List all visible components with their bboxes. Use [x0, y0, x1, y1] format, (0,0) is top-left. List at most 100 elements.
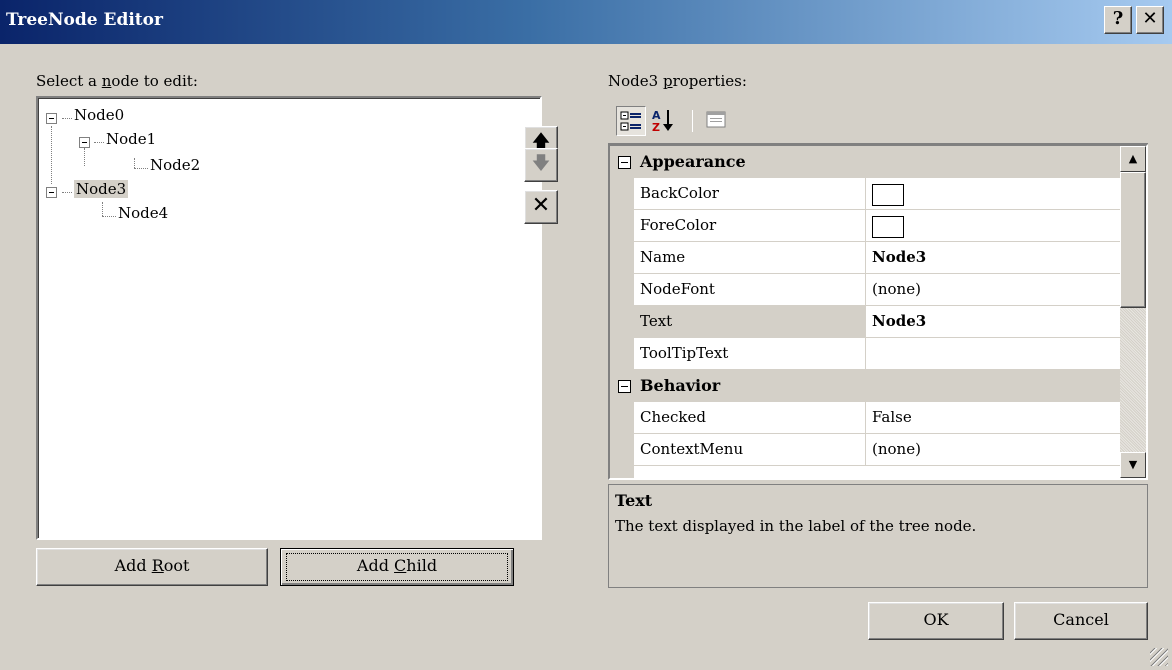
tree-label-text-2: ode to edit: — [111, 72, 198, 90]
color-swatch — [872, 184, 904, 206]
property-value[interactable]: (none) — [866, 434, 1120, 465]
resize-grip-icon[interactable] — [1150, 648, 1168, 666]
tree-label-accel: n — [101, 72, 112, 90]
tree-node-node1[interactable]: Node1 — [106, 130, 156, 148]
property-grid-toolbar: A Z — [608, 100, 1148, 144]
category-label: Behavior — [640, 376, 721, 395]
property-value[interactable] — [866, 338, 1120, 369]
collapse-category-icon[interactable] — [618, 380, 631, 393]
property-row-nodefont[interactable]: NodeFont (none) — [634, 274, 1120, 306]
description-title: Text — [615, 491, 653, 510]
delete-icon: ✕ — [531, 193, 551, 218]
properties-label-text-2: roperties: — [672, 72, 747, 90]
property-value[interactable]: False — [866, 402, 1120, 433]
add-child-button[interactable]: Add Child — [280, 548, 514, 586]
tree-line — [134, 158, 135, 168]
color-swatch — [872, 216, 904, 238]
tree-line — [134, 168, 148, 169]
property-value[interactable] — [866, 178, 1120, 209]
add-child-label-rest: hild — [406, 556, 438, 575]
property-name: Text — [634, 306, 866, 337]
tree-line — [94, 142, 104, 143]
properties-label-text-1: Node3 — [608, 72, 663, 90]
window-title: TreeNode Editor — [6, 10, 163, 30]
add-root-label: Add — [114, 556, 152, 575]
property-value[interactable]: (none) — [866, 274, 1120, 305]
delete-node-button[interactable]: ✕ — [524, 190, 558, 224]
property-value[interactable] — [866, 210, 1120, 241]
move-down-button[interactable]: 🡇 — [524, 148, 558, 182]
property-row-contextmenu[interactable]: ContextMenu (none) — [634, 434, 1120, 466]
add-child-label: Add — [356, 556, 395, 575]
property-name: Name — [634, 242, 866, 273]
property-name: NodeFont — [634, 274, 866, 305]
arrow-down-icon: 🡇 — [531, 153, 551, 174]
close-button[interactable]: ✕ — [1136, 6, 1164, 34]
scroll-down-icon[interactable]: ▼ — [1120, 452, 1146, 478]
scroll-up-icon[interactable]: ▲ — [1120, 146, 1146, 172]
tree-line — [84, 148, 85, 166]
property-grid[interactable]: Appearance BackColor ForeColor Name Node… — [608, 144, 1148, 480]
property-name: BackColor — [634, 178, 866, 209]
help-icon: ? — [1112, 8, 1124, 29]
category-behavior[interactable]: Behavior — [610, 370, 1120, 402]
property-value[interactable]: Node3 — [866, 242, 1120, 273]
grid-gutter — [610, 402, 634, 478]
property-name: ToolTipText — [634, 338, 866, 369]
title-bar: TreeNode Editor ? ✕ — [0, 0, 1172, 44]
description-text: The text displayed in the label of the t… — [615, 517, 977, 535]
cancel-button[interactable]: Cancel — [1014, 602, 1148, 640]
property-name: ContextMenu — [634, 434, 866, 465]
property-row-checked[interactable]: Checked False — [634, 402, 1120, 434]
properties-label-accel: p — [662, 72, 673, 90]
node-tree[interactable]: Node0 Node1 Node2 Node3 Node4 — [36, 96, 542, 540]
categorized-icon — [620, 111, 641, 131]
sort-alphabetical-icon: A Z — [652, 109, 673, 134]
property-pages-button[interactable] — [702, 106, 732, 136]
collapse-node0-icon[interactable] — [46, 113, 57, 124]
tree-line — [62, 118, 72, 119]
property-description-panel: Text The text displayed in the label of … — [608, 484, 1148, 588]
property-name: Checked — [634, 402, 866, 433]
toolbar-separator — [692, 110, 693, 132]
ok-button[interactable]: OK — [868, 602, 1004, 640]
property-row-backcolor[interactable]: BackColor — [634, 178, 1120, 210]
add-root-label-rest: oot — [163, 556, 190, 575]
add-root-accel: R — [151, 556, 164, 575]
tree-node-node3[interactable]: Node3 — [74, 180, 129, 198]
close-icon: ✕ — [1142, 8, 1158, 29]
ok-label: OK — [923, 610, 949, 629]
add-root-button[interactable]: Add Root — [36, 548, 268, 586]
property-value[interactable]: Node3 — [866, 306, 1120, 337]
category-appearance[interactable]: Appearance — [610, 146, 1120, 178]
tree-line — [62, 192, 72, 193]
add-child-accel: C — [394, 556, 407, 575]
tree-label: Select a node to edit: — [36, 72, 198, 90]
property-name: ForeColor — [634, 210, 866, 241]
help-button[interactable]: ? — [1104, 6, 1132, 34]
tree-node-node2[interactable]: Node2 — [150, 156, 200, 174]
categorized-button[interactable] — [616, 106, 646, 136]
property-row-forecolor[interactable]: ForeColor — [634, 210, 1120, 242]
tree-node-node4[interactable]: Node4 — [118, 204, 168, 222]
svg-text:Z: Z — [652, 121, 660, 134]
properties-label: Node3 properties: — [608, 72, 747, 90]
cancel-label: Cancel — [1053, 610, 1109, 629]
collapse-node3-icon[interactable] — [46, 187, 57, 198]
grid-gutter — [610, 178, 634, 370]
tree-line — [51, 126, 52, 184]
tree-node-node0[interactable]: Node0 — [74, 106, 124, 124]
tree-line — [102, 216, 116, 217]
category-label: Appearance — [640, 152, 746, 171]
property-row-tooltiptext[interactable]: ToolTipText — [634, 338, 1120, 370]
tree-label-text-1: Select a — [36, 72, 102, 90]
collapse-node1-icon[interactable] — [79, 137, 90, 148]
collapse-category-icon[interactable] — [618, 156, 631, 169]
property-row-text[interactable]: Text Node3 — [634, 306, 1120, 338]
property-pages-icon — [706, 111, 726, 128]
tree-line — [102, 202, 103, 216]
scroll-thumb[interactable] — [1120, 172, 1146, 308]
alphabetical-button[interactable]: A Z — [650, 106, 680, 136]
property-row-name[interactable]: Name Node3 — [634, 242, 1120, 274]
property-grid-scrollbar[interactable]: ▲ ▼ — [1120, 146, 1146, 478]
